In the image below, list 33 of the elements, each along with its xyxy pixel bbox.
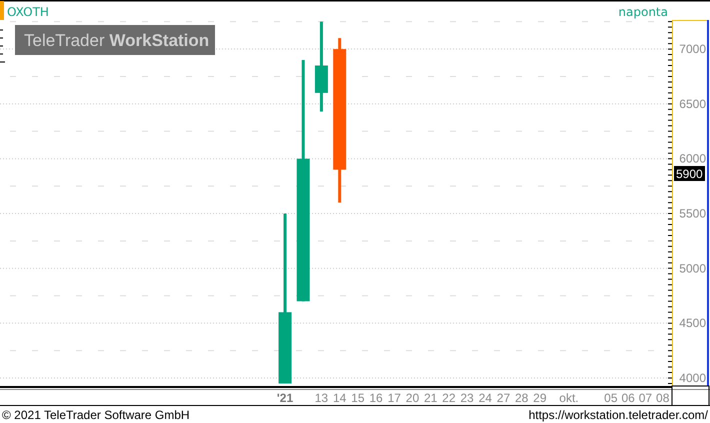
date-label: 27 (496, 391, 510, 405)
date-label: 14 (332, 391, 346, 405)
price-label: 4000 (679, 371, 706, 385)
price-label: 4500 (679, 316, 706, 330)
date-label: 28 (514, 391, 528, 405)
copyright-text: © 2021 TeleTrader Software GmbH (2, 408, 190, 422)
instrument-marker (0, 1, 4, 20)
date-label: 29 (533, 391, 547, 405)
date-label: 05 (604, 391, 618, 405)
price-label: 6500 (679, 96, 706, 111)
date-label: 22 (442, 391, 456, 405)
last-price-tag: 5900 (674, 166, 705, 181)
price-label: 5000 (679, 261, 706, 276)
date-label: 15 (351, 391, 365, 405)
date-label: 06 (621, 391, 635, 405)
website-link[interactable]: https://workstation.teletrader.com/ (528, 408, 708, 422)
date-label: 23 (460, 391, 474, 405)
date-label: '21 (276, 391, 294, 405)
price-label: 7000 (679, 42, 706, 56)
instrument-name: OXOTH (7, 5, 49, 19)
logo: TeleTrader WorkStation (15, 25, 215, 55)
date-label: 08 (656, 391, 670, 405)
date-label: 21 (424, 391, 438, 405)
interval-label: naponta (618, 5, 668, 19)
date-label: 13 (314, 391, 328, 405)
date-label: 16 (369, 391, 383, 405)
date-label: 20 (406, 391, 420, 405)
date-label: 24 (478, 391, 492, 405)
price-label: 6000 (679, 152, 706, 166)
date-label: okt. (559, 391, 579, 405)
price-label: 5500 (679, 206, 706, 221)
date-label: 17 (388, 391, 401, 405)
date-label: 07 (638, 391, 652, 405)
